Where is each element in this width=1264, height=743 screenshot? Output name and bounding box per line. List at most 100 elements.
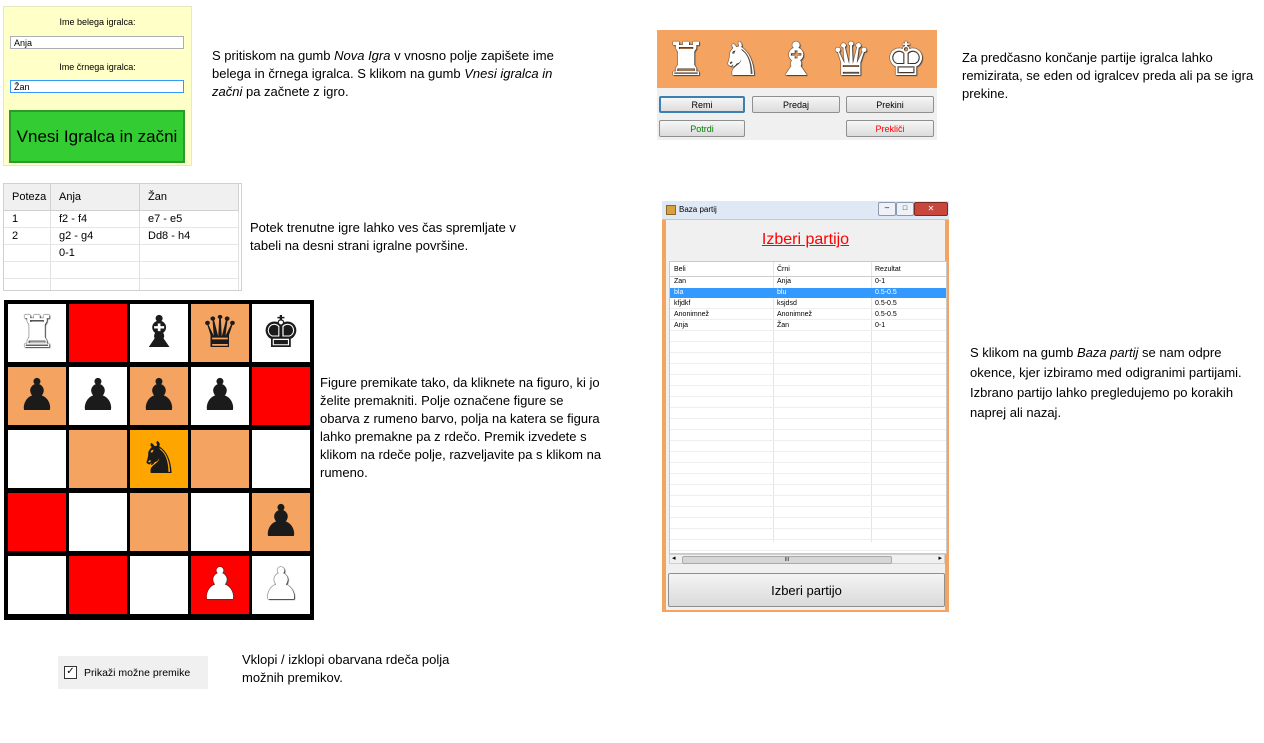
- board-square[interactable]: [69, 493, 127, 551]
- promotion-piece-cell[interactable]: ♝: [770, 30, 822, 88]
- list-cell: Anja: [777, 278, 792, 285]
- board-square[interactable]: ♟: [69, 367, 127, 425]
- list-item[interactable]: Anja Žan 0-1: [670, 321, 946, 331]
- list-cell: 0.5-0.5: [875, 300, 897, 307]
- board-square[interactable]: ♟: [8, 367, 66, 425]
- board-square[interactable]: ♜: [8, 304, 66, 362]
- scroll-thumb[interactable]: III: [682, 556, 892, 564]
- draw-button[interactable]: Remi: [659, 96, 745, 113]
- move-number-cell: 2: [4, 227, 51, 245]
- board-square[interactable]: ♚: [252, 304, 310, 362]
- board-square[interactable]: [8, 430, 66, 488]
- board-square[interactable]: ♟: [252, 493, 310, 551]
- close-icon[interactable]: ✕: [914, 202, 948, 216]
- black-queen-icon[interactable]: ♛: [200, 304, 239, 362]
- description-text: S pritiskom na gumb: [212, 48, 335, 63]
- row-divider: [670, 473, 946, 474]
- board-square[interactable]: ♛: [191, 304, 249, 362]
- column-header-white: Anja: [50, 184, 140, 211]
- white-pawn-icon[interactable]: ♟: [200, 556, 239, 614]
- list-item[interactable]: Zan Anja 0-1: [670, 277, 946, 287]
- white-rook-icon[interactable]: ♜: [17, 304, 56, 362]
- row-divider: [670, 484, 946, 485]
- board-square[interactable]: [8, 493, 66, 551]
- scroll-left-icon[interactable]: ◂: [672, 555, 676, 563]
- move-number-cell: [4, 278, 51, 290]
- white-player-input[interactable]: Anja: [10, 36, 184, 49]
- confirm-button[interactable]: Potrdi: [659, 120, 745, 137]
- row-divider: [670, 528, 946, 529]
- board-square[interactable]: [69, 430, 127, 488]
- board-square[interactable]: ♞: [130, 430, 188, 488]
- show-moves-description: Vklopi / izklopi obarvana rdeča polja mo…: [242, 652, 450, 685]
- promotion-piece-cell[interactable]: ♞: [715, 30, 767, 88]
- start-game-button[interactable]: Vnesi Igralca in začni: [9, 110, 185, 163]
- promotion-piece-strip: ♜ ♞ ♝ ♛ ♚: [657, 30, 937, 88]
- list-item[interactable]: Anonimnež Anonimnež 0.5-0.5: [670, 310, 946, 320]
- board-square[interactable]: [191, 430, 249, 488]
- black-knight-icon[interactable]: ♞: [139, 430, 178, 488]
- black-move-cell: [139, 244, 239, 262]
- board-square[interactable]: ♟: [130, 367, 188, 425]
- board-square[interactable]: [252, 430, 310, 488]
- row-divider: [670, 374, 946, 375]
- white-move-cell: [50, 261, 140, 279]
- board-square[interactable]: ♟: [252, 556, 310, 614]
- promotion-piece-cell[interactable]: ♛: [825, 30, 877, 88]
- black-pawn-icon[interactable]: ♟: [17, 367, 56, 425]
- list-cell: 0.5-0.5: [875, 311, 897, 318]
- board-square[interactable]: [252, 367, 310, 425]
- scroll-right-icon[interactable]: ▸: [938, 555, 942, 563]
- board-square[interactable]: [69, 304, 127, 362]
- black-pawn-icon[interactable]: ♟: [261, 493, 300, 551]
- move-number-cell: [4, 244, 51, 262]
- white-move-cell: 0-1: [50, 244, 140, 262]
- row-divider: [670, 462, 946, 463]
- black-move-cell: [139, 261, 239, 279]
- resign-button[interactable]: Predaj: [752, 96, 840, 113]
- row-divider: [670, 341, 946, 342]
- black-pawn-icon[interactable]: ♟: [78, 367, 117, 425]
- column-header[interactable]: Beli: [674, 265, 686, 275]
- table-row: 0-1: [4, 244, 239, 262]
- show-moves-checkbox[interactable]: ✓: [64, 666, 77, 679]
- games-list[interactable]: Beli Črni Rezultat Zan Anja 0-1 bla blu 0.5-0.5 k…: [669, 261, 947, 554]
- column-header[interactable]: Rezultat: [875, 265, 901, 275]
- move-number-cell: [4, 261, 51, 279]
- black-pawn-icon[interactable]: ♟: [139, 367, 178, 425]
- choose-game-button[interactable]: Izberi partijo: [668, 573, 945, 607]
- column-header[interactable]: Črni: [777, 265, 790, 275]
- show-moves-toggle[interactable]: ✓ Prikaži možne premike: [58, 656, 208, 689]
- white-pawn-icon[interactable]: ♟: [261, 556, 300, 614]
- description-text: S klikom na gumb: [970, 345, 1077, 360]
- board-square[interactable]: ♟: [191, 367, 249, 425]
- black-player-input[interactable]: Žan: [10, 80, 184, 93]
- board-square[interactable]: ♝: [130, 304, 188, 362]
- database-window-body: Izberi partijo Beli Črni Rezultat Zan Anja 0-…: [666, 220, 947, 610]
- promotion-piece-cell[interactable]: ♚: [880, 30, 932, 88]
- cancel-button[interactable]: Prekliči: [846, 120, 934, 137]
- knight-icon: ♞: [720, 32, 762, 86]
- board-square[interactable]: [191, 493, 249, 551]
- board-square[interactable]: [8, 556, 66, 614]
- minimize-icon[interactable]: –: [878, 202, 896, 216]
- abort-button[interactable]: Prekini: [846, 96, 934, 113]
- row-divider: [670, 506, 946, 507]
- row-divider: [670, 363, 946, 364]
- list-item[interactable]: kfjdkf ksjdsd 0.5-0.5: [670, 299, 946, 309]
- board-square[interactable]: ♟: [191, 556, 249, 614]
- board-square[interactable]: [130, 556, 188, 614]
- promotion-piece-cell[interactable]: ♜: [660, 30, 712, 88]
- black-bishop-icon[interactable]: ♝: [139, 304, 178, 362]
- maximize-icon[interactable]: □: [896, 202, 914, 216]
- black-pawn-icon[interactable]: ♟: [200, 367, 239, 425]
- list-item[interactable]: bla blu 0.5-0.5: [670, 288, 946, 298]
- black-king-icon[interactable]: ♚: [261, 304, 300, 362]
- board-description: Figure premikate tako, da kliknete na fi…: [320, 375, 602, 480]
- board-square[interactable]: [130, 493, 188, 551]
- white-move-cell: f2 - f4: [50, 210, 140, 228]
- white-move-cell: [50, 278, 140, 290]
- black-player-label: Ime črnega igralca:: [59, 62, 136, 72]
- horizontal-scrollbar[interactable]: ◂ III ▸: [669, 554, 945, 564]
- board-square[interactable]: [69, 556, 127, 614]
